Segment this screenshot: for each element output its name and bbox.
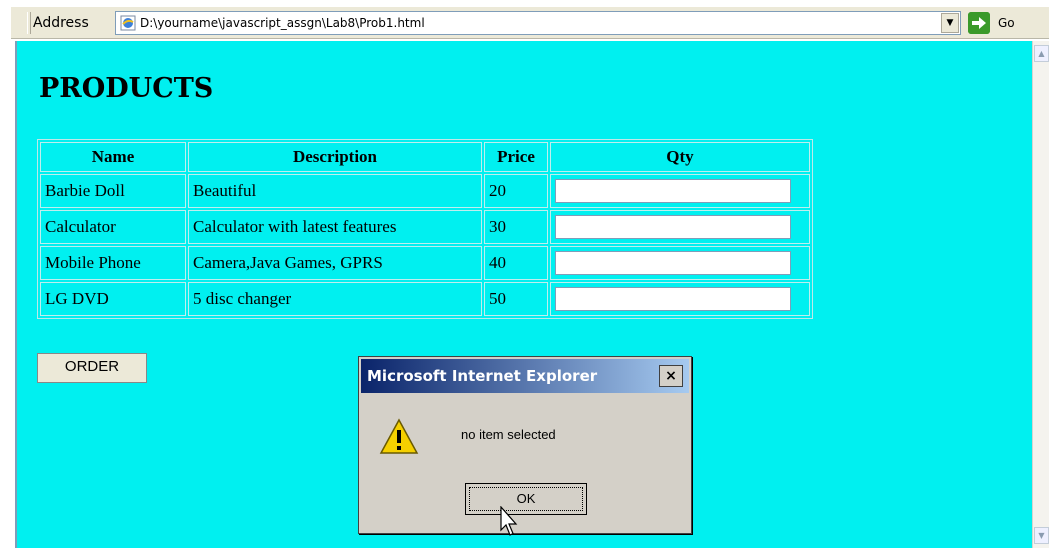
column-header-name: Name bbox=[40, 142, 186, 172]
close-button[interactable]: × bbox=[659, 365, 683, 387]
address-url[interactable]: D:\yourname\javascript_assgn\Lab8\Prob1.… bbox=[140, 16, 425, 30]
ok-button[interactable]: OK bbox=[465, 483, 587, 515]
product-price: 30 bbox=[484, 210, 548, 244]
product-description: 5 disc changer bbox=[188, 282, 482, 316]
product-price: 20 bbox=[484, 174, 548, 208]
address-input[interactable]: D:\yourname\javascript_assgn\Lab8\Prob1.… bbox=[115, 11, 961, 35]
address-bar: Address D:\yourname\javascript_assgn\Lab… bbox=[11, 7, 1049, 39]
column-header-description: Description bbox=[188, 142, 482, 172]
product-price: 50 bbox=[484, 282, 548, 316]
dialog-title: Microsoft Internet Explorer bbox=[367, 367, 598, 385]
product-name: LG DVD bbox=[40, 282, 186, 316]
products-table: Name Description Price Qty Barbie Doll B… bbox=[37, 139, 813, 319]
table-row: Barbie Doll Beautiful 20 bbox=[40, 174, 810, 208]
product-name: Mobile Phone bbox=[40, 246, 186, 280]
table-header-row: Name Description Price Qty bbox=[40, 142, 810, 172]
address-dropdown-button[interactable]: ▼ bbox=[941, 13, 959, 33]
qty-input[interactable] bbox=[555, 251, 791, 275]
scroll-up-icon[interactable]: ▲ bbox=[1034, 45, 1049, 62]
ie-page-icon bbox=[120, 15, 136, 31]
column-header-price: Price bbox=[484, 142, 548, 172]
qty-input[interactable] bbox=[555, 215, 791, 239]
page-title: PRODUCTS bbox=[39, 73, 214, 104]
qty-input[interactable] bbox=[555, 179, 791, 203]
warning-icon bbox=[379, 418, 419, 454]
table-row: Calculator Calculator with latest featur… bbox=[40, 210, 810, 244]
dialog-message: no item selected bbox=[461, 427, 556, 442]
product-name: Barbie Doll bbox=[40, 174, 186, 208]
table-row: Mobile Phone Camera,Java Games, GPRS 40 bbox=[40, 246, 810, 280]
table-row: LG DVD 5 disc changer 50 bbox=[40, 282, 810, 316]
toolbar-grip[interactable] bbox=[27, 12, 31, 34]
product-name: Calculator bbox=[40, 210, 186, 244]
product-description: Beautiful bbox=[188, 174, 482, 208]
product-price: 40 bbox=[484, 246, 548, 280]
product-description: Camera,Java Games, GPRS bbox=[188, 246, 482, 280]
go-arrow-icon bbox=[968, 12, 990, 34]
vertical-scrollbar[interactable]: ▲ ▼ bbox=[1032, 41, 1049, 548]
alert-dialog: Microsoft Internet Explorer × no item se… bbox=[358, 356, 692, 534]
mouse-cursor-icon bbox=[500, 506, 518, 536]
qty-input[interactable] bbox=[555, 287, 791, 311]
chevron-down-icon: ▼ bbox=[946, 18, 954, 28]
go-button[interactable]: Go bbox=[968, 12, 1040, 34]
dialog-titlebar[interactable]: Microsoft Internet Explorer × bbox=[361, 359, 689, 393]
go-label: Go bbox=[998, 16, 1015, 30]
order-button[interactable]: ORDER bbox=[37, 353, 147, 383]
product-description: Calculator with latest features bbox=[188, 210, 482, 244]
address-label: Address bbox=[33, 15, 89, 31]
scroll-down-icon[interactable]: ▼ bbox=[1034, 527, 1049, 544]
column-header-qty: Qty bbox=[550, 142, 810, 172]
